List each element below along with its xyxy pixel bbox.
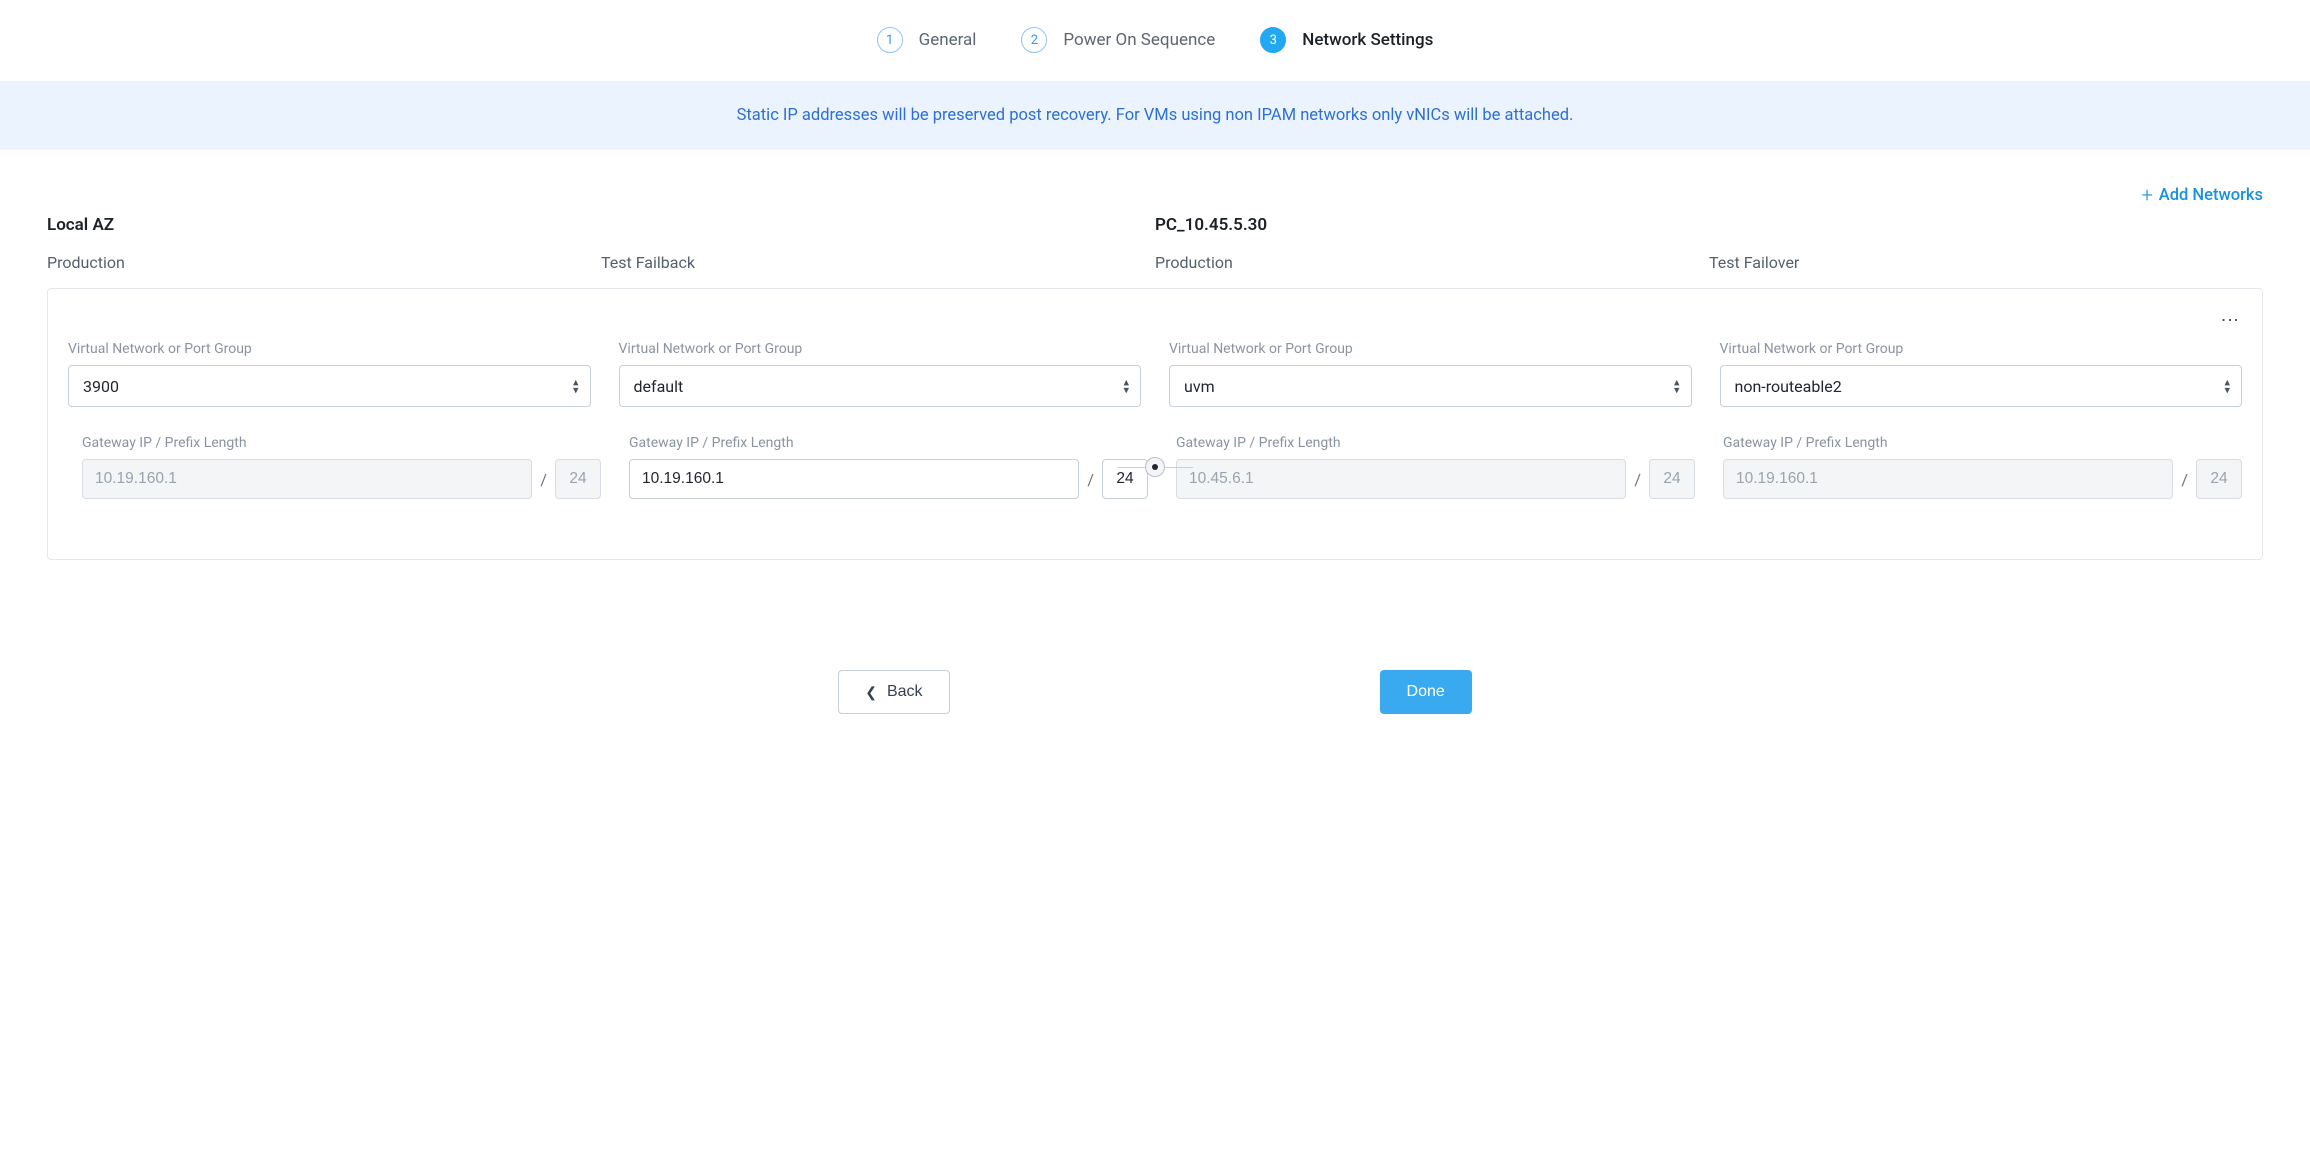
add-networks-label: Add Networks <box>2159 186 2263 205</box>
field-label: Virtual Network or Port Group <box>68 341 591 357</box>
wizard-stepper: 1 General 2 Power On Sequence 3 Network … <box>0 0 2310 81</box>
az-headers: Local AZ Production Test Failback PC_10.… <box>47 215 2263 288</box>
local-production-header: Production <box>47 253 601 288</box>
back-label: Back <box>887 683 923 701</box>
slash-divider: / <box>1087 470 1094 489</box>
remote-test-prefix-input <box>2196 459 2242 499</box>
field-label: Gateway IP / Prefix Length <box>1176 435 1695 451</box>
remote-test-gateway-input <box>1723 459 2173 499</box>
field-label: Virtual Network or Port Group <box>1169 341 1692 357</box>
step-label: Network Settings <box>1302 30 1433 50</box>
step-network-settings[interactable]: 3 Network Settings <box>1260 27 1433 53</box>
step-number: 2 <box>1021 27 1047 53</box>
gateway-row: Gateway IP / Prefix Length / Gateway IP … <box>68 435 2242 499</box>
back-button[interactable]: ❮ Back <box>838 670 949 714</box>
mapping-connector <box>1117 457 1193 477</box>
local-prod-prefix-input <box>555 459 601 499</box>
local-test-gateway-input[interactable] <box>629 459 1079 499</box>
step-number: 3 <box>1260 27 1286 53</box>
local-az-title: Local AZ <box>47 215 1155 235</box>
selected-value: non-routeable2 <box>1735 377 1842 396</box>
add-networks-button[interactable]: + Add Networks <box>2141 185 2263 205</box>
step-general[interactable]: 1 General <box>877 27 977 53</box>
remote-az-title: PC_10.45.5.30 <box>1155 215 2263 235</box>
selected-value: uvm <box>1184 377 1215 396</box>
remote-production-header: Production <box>1155 253 1709 288</box>
field-label: Gateway IP / Prefix Length <box>1723 435 2242 451</box>
wizard-footer: ❮ Back Done <box>0 560 2310 744</box>
field-label: Gateway IP / Prefix Length <box>629 435 1148 451</box>
done-label: Done <box>1407 683 1445 701</box>
selected-value: 3900 <box>83 377 119 396</box>
plus-icon: + <box>2141 185 2152 205</box>
network-select-row: Virtual Network or Port Group 3900 ▴▾ Vi… <box>68 341 2242 407</box>
local-test-network-select[interactable]: default <box>619 365 1142 407</box>
step-power-on-sequence[interactable]: 2 Power On Sequence <box>1021 27 1215 53</box>
chevron-left-icon: ❮ <box>865 684 877 701</box>
kebab-menu-icon[interactable]: ⋮ <box>2219 311 2240 329</box>
local-prod-gateway-input <box>82 459 532 499</box>
slash-divider: / <box>2181 470 2188 489</box>
connector-dot-icon <box>1145 457 1165 477</box>
local-test-failback-header: Test Failback <box>601 253 1155 288</box>
remote-prod-prefix-input <box>1649 459 1695 499</box>
content-area: + Add Networks Local AZ Production Test … <box>0 150 2310 560</box>
step-label: General <box>919 30 977 50</box>
field-label: Virtual Network or Port Group <box>1720 341 2243 357</box>
slash-divider: / <box>540 470 547 489</box>
remote-test-network-select[interactable]: non-routeable2 <box>1720 365 2243 407</box>
network-mapping-panel: ⋮ Virtual Network or Port Group 3900 ▴▾ … <box>47 288 2263 560</box>
local-prod-network-select[interactable]: 3900 <box>68 365 591 407</box>
field-label: Virtual Network or Port Group <box>619 341 1142 357</box>
remote-prod-gateway-input <box>1176 459 1626 499</box>
remote-prod-network-select[interactable]: uvm <box>1169 365 1692 407</box>
step-label: Power On Sequence <box>1063 30 1215 50</box>
remote-test-failover-header: Test Failover <box>1709 253 2263 288</box>
done-button[interactable]: Done <box>1380 670 1472 714</box>
info-banner: Static IP addresses will be preserved po… <box>0 81 2310 150</box>
field-label: Gateway IP / Prefix Length <box>82 435 601 451</box>
slash-divider: / <box>1634 470 1641 489</box>
selected-value: default <box>634 377 684 396</box>
step-number: 1 <box>877 27 903 53</box>
